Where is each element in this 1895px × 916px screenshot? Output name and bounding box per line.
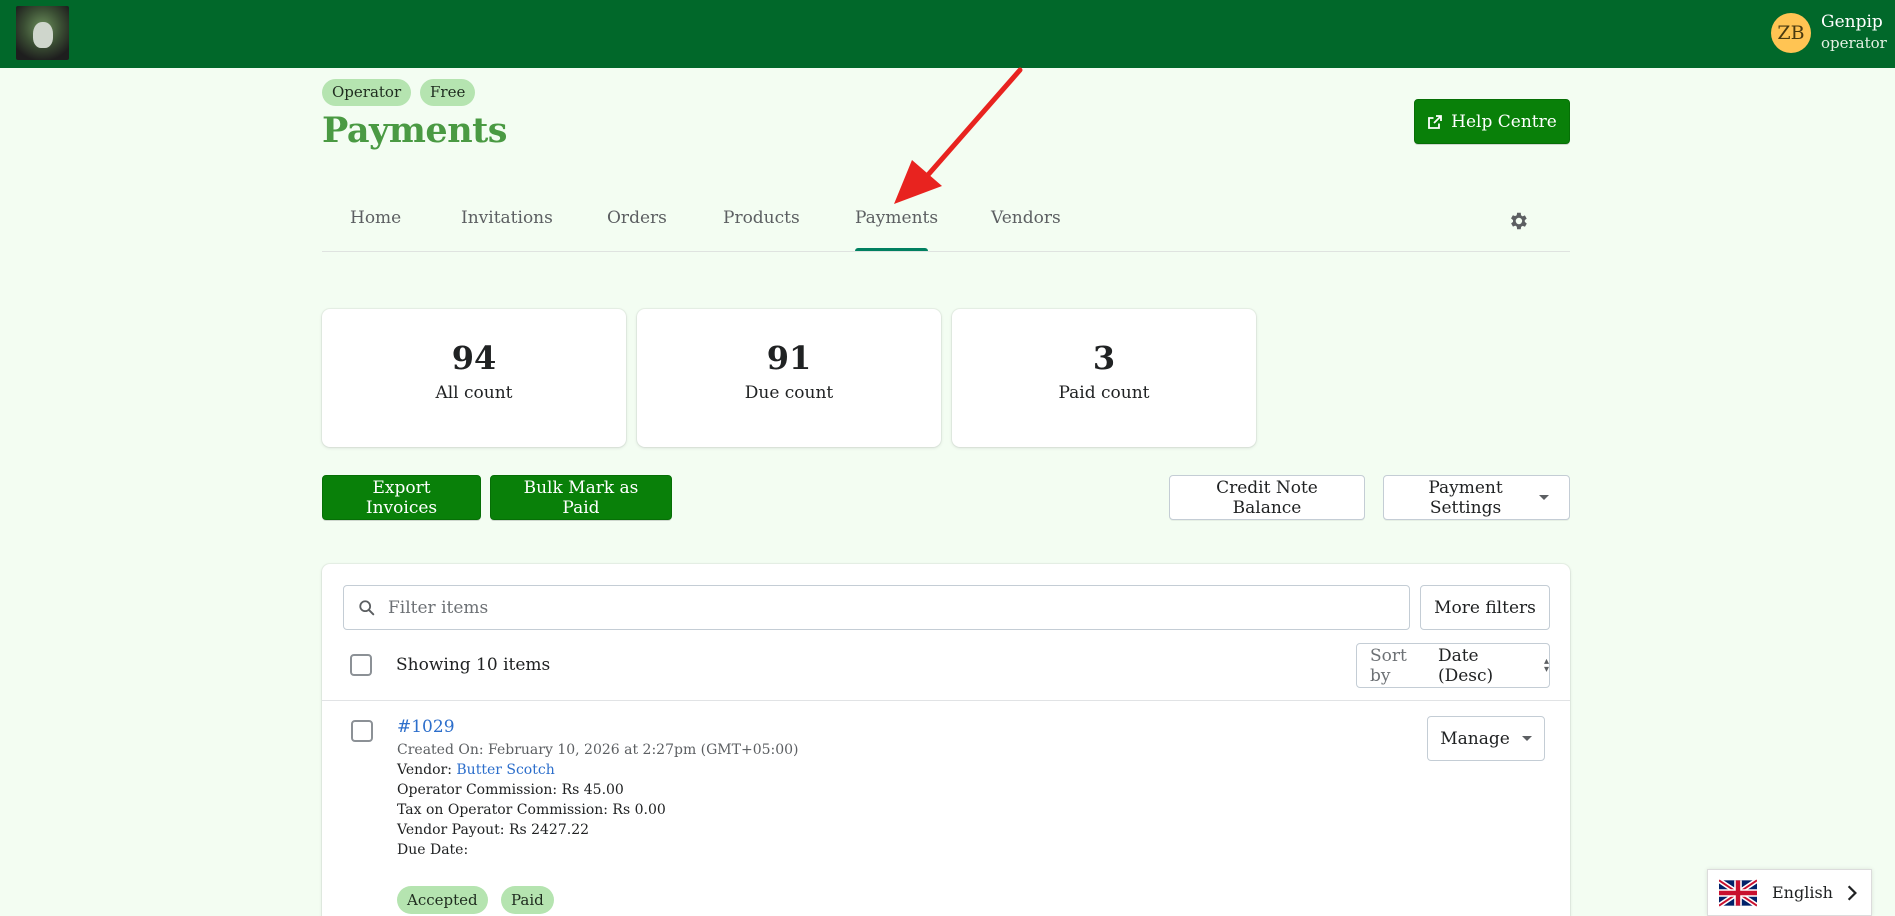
caret-down-icon: [1521, 736, 1532, 741]
credit-note-balance-button[interactable]: Credit Note Balance: [1169, 475, 1365, 520]
stat-label: Paid count: [1058, 383, 1150, 403]
stat-value: 94: [451, 339, 497, 377]
tab-home[interactable]: Home: [350, 208, 401, 228]
page-title: Payments: [322, 110, 508, 151]
stat-card-due[interactable]: 91 Due count: [637, 309, 941, 447]
sort-value: Date (Desc): [1437, 645, 1494, 686]
external-link-icon: [1428, 114, 1443, 129]
tab-products[interactable]: Products: [723, 208, 800, 228]
caret-down-icon: [1539, 495, 1549, 500]
stat-value: 3: [1092, 339, 1116, 377]
credit-note-balance-label: Credit Note Balance: [1216, 477, 1318, 518]
list-divider: [322, 700, 1570, 701]
created-on: Created On: February 10, 2026 at 2:27pm …: [397, 742, 799, 758]
tabs-divider: [322, 251, 1570, 252]
showing-count: Showing 10 items: [396, 655, 551, 675]
language-selector[interactable]: English: [1707, 869, 1872, 916]
select-all-checkbox[interactable]: [350, 654, 372, 676]
chevron-right-icon: [1847, 885, 1857, 901]
payment-settings-label: Payment Settings: [1428, 477, 1503, 518]
due-date: Due Date:: [397, 842, 469, 858]
export-invoices-button[interactable]: Export Invoices: [322, 475, 481, 520]
stat-label: Due count: [744, 383, 834, 403]
stat-value: 91: [766, 339, 812, 377]
sort-select[interactable]: Sort by Date (Desc) ▴ ▾: [1356, 643, 1550, 688]
help-centre-label: Help Centre: [1451, 111, 1557, 132]
tax-on-commission: Tax on Operator Commission: Rs 0.00: [397, 802, 666, 818]
bulk-mark-paid-button[interactable]: Bulk Mark as Paid: [490, 475, 672, 520]
badge-plan: Free: [420, 79, 476, 106]
user-avatar[interactable]: ZB: [1771, 13, 1811, 53]
language-label: English: [1772, 883, 1833, 902]
annotation-arrow: [894, 67, 1023, 204]
vendor-payout: Vendor Payout: Rs 2427.22: [397, 822, 590, 838]
status-badge-accepted: Accepted: [397, 886, 488, 914]
filter-input[interactable]: [388, 586, 1388, 629]
store-logo[interactable]: [16, 6, 69, 60]
tab-orders[interactable]: Orders: [607, 208, 667, 228]
row-checkbox[interactable]: [351, 720, 373, 742]
search-icon: [359, 600, 375, 616]
select-arrows-icon: ▴ ▾: [1543, 655, 1549, 675]
sort-label: Sort by: [1370, 645, 1407, 686]
gear-icon[interactable]: [1507, 210, 1529, 232]
user-role: operator: [1821, 34, 1887, 52]
filter-search-box[interactable]: [343, 585, 1410, 630]
top-bar: ZB Genpip operator: [0, 0, 1895, 68]
invoice-id-link[interactable]: #1029: [397, 717, 455, 737]
manage-label: Manage: [1440, 728, 1510, 749]
more-filters-button[interactable]: More filters: [1420, 585, 1550, 630]
user-name[interactable]: Genpip: [1821, 12, 1883, 32]
vendor-link[interactable]: Butter Scotch: [456, 762, 554, 778]
help-centre-button[interactable]: Help Centre: [1414, 99, 1570, 144]
stat-label: All count: [435, 383, 513, 403]
stat-card-all[interactable]: 94 All count: [322, 309, 626, 447]
stat-card-paid[interactable]: 3 Paid count: [952, 309, 1256, 447]
manage-dropdown[interactable]: Manage: [1427, 716, 1545, 761]
uk-flag-icon: [1719, 878, 1757, 907]
badge-operator: Operator: [322, 79, 412, 106]
payment-settings-dropdown[interactable]: Payment Settings: [1383, 475, 1570, 520]
vendor-line: Vendor: Butter Scotch: [397, 762, 555, 778]
operator-commission: Operator Commission: Rs 45.00: [397, 782, 624, 798]
status-badge-paid: Paid: [501, 886, 554, 914]
tab-invitations[interactable]: Invitations: [461, 208, 553, 228]
